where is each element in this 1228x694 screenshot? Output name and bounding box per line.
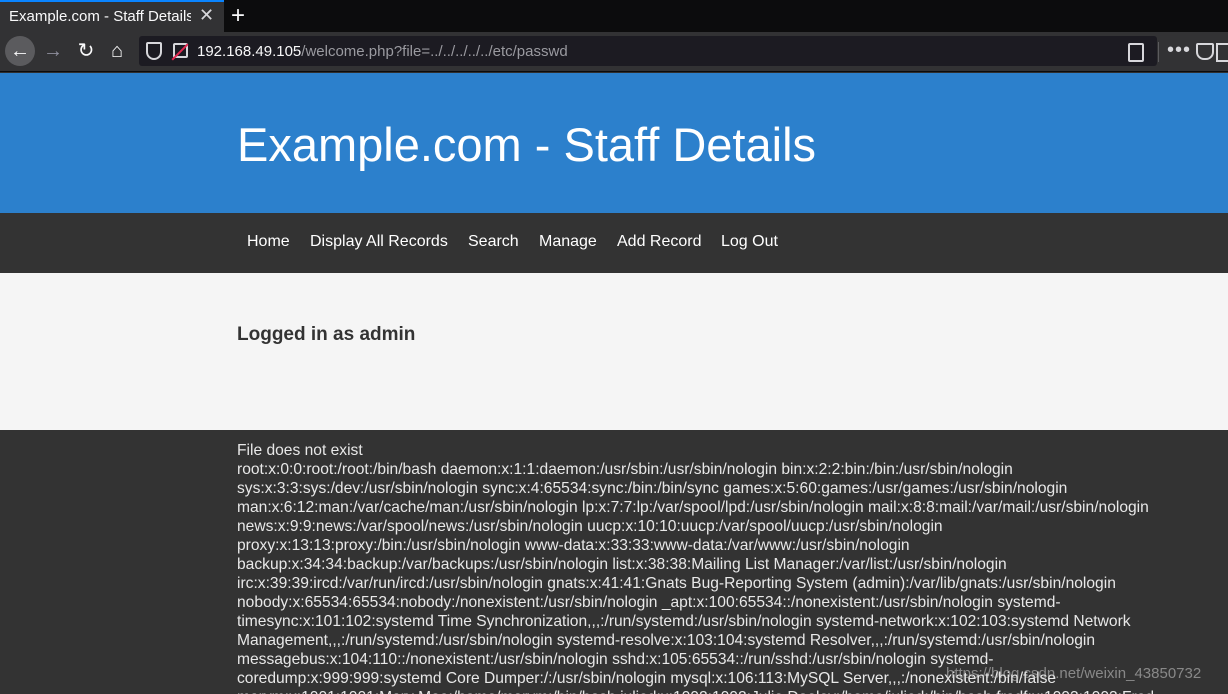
new-tab-button[interactable]: + [231, 2, 245, 30]
tracking-protection-icon[interactable] [146, 42, 162, 60]
logged-in-status: Logged in as admin [237, 324, 416, 345]
site-menu: Home Display All Records Search Manage A… [0, 213, 1228, 273]
menu-log-out-link[interactable]: Log Out [721, 233, 778, 251]
menu-search-link[interactable]: Search [468, 233, 519, 251]
menu-manage-link[interactable]: Manage [539, 233, 597, 251]
menu-add-record-link[interactable]: Add Record [617, 233, 702, 251]
file-output-area: File does not exist root:x:0:0:root:/roo… [0, 430, 1228, 694]
watermark-text: https://blog.csdn.net/weixin_43850732 [946, 665, 1202, 682]
site-header: Example.com - Staff Details [0, 73, 1228, 213]
browser-tab-bar: Example.com - Staff Details ✕ + [0, 0, 1228, 32]
pocket-icon[interactable] [1196, 43, 1214, 60]
main-content: Logged in as admin [0, 273, 1228, 430]
tab-title: Example.com - Staff Details [9, 8, 191, 25]
home-icon[interactable]: ⌂ [102, 36, 132, 66]
page-actions-menu-icon[interactable]: ••• [1167, 39, 1191, 62]
browser-tab[interactable]: Example.com - Staff Details ✕ [0, 0, 224, 32]
url-host: 192.168.49.105 [197, 43, 302, 60]
address-bar[interactable]: 192.168.49.105/welcome.php?file=../../..… [139, 36, 1157, 66]
site-title: Example.com - Staff Details [237, 118, 817, 171]
web-page: Example.com - Staff Details Home Display… [0, 73, 1228, 694]
passwd-contents: root:x:0:0:root:/root:/bin/bash daemon:x… [237, 461, 1154, 694]
toolbar-divider [1158, 42, 1159, 62]
url-path: /welcome.php?file=../../../../../etc/pas… [301, 43, 568, 60]
url-text[interactable]: 192.168.49.105/welcome.php?file=../../..… [197, 43, 568, 60]
sidebar-icon[interactable] [1216, 43, 1228, 62]
reload-icon[interactable]: ↻ [71, 36, 101, 66]
menu-display-all-records-link[interactable]: Display All Records [310, 233, 448, 251]
file-output: File does not exist root:x:0:0:root:/roo… [237, 441, 1187, 694]
reader-view-icon[interactable] [1128, 43, 1144, 62]
browser-toolbar: ← → ↻ ⌂ 192.168.49.105/welcome.php?file=… [0, 32, 1228, 72]
menu-home-link[interactable]: Home [247, 233, 290, 251]
back-arrow-icon[interactable]: ← [5, 36, 35, 66]
close-tab-icon[interactable]: ✕ [199, 5, 214, 26]
forward-arrow-icon[interactable]: → [38, 36, 68, 66]
file-status-text: File does not exist [237, 442, 363, 459]
